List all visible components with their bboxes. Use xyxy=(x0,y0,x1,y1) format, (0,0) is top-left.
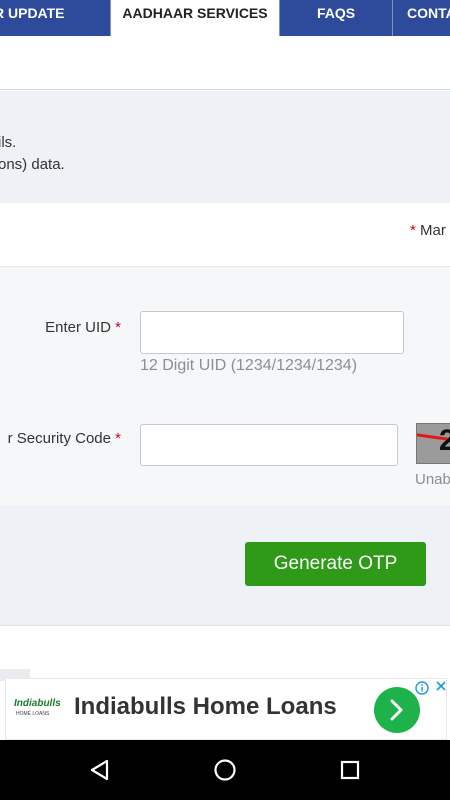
uid-hint: 12 Digit UID (1234/1234/1234) xyxy=(140,357,358,374)
required-star: * xyxy=(115,319,121,336)
mandatory-note-row: * Mar xyxy=(0,203,450,267)
top-navigation: R UPDATE AADHAAR SERVICES FAQS CONTA xyxy=(0,0,450,36)
ad-title[interactable]: Indiabulls Home Loans xyxy=(74,693,337,721)
chevron-right-icon xyxy=(390,699,403,721)
button-row: Generate OTP xyxy=(0,505,450,625)
captcha-image: 2 xyxy=(416,423,450,464)
required-star: * xyxy=(115,430,121,447)
mandatory-note: * Mar xyxy=(410,222,446,239)
security-code-label: r Security Code * xyxy=(7,430,121,447)
tab-faqs[interactable]: FAQS xyxy=(280,0,392,36)
close-icon[interactable] xyxy=(434,679,448,693)
tab-contact[interactable]: CONTA xyxy=(393,0,450,36)
back-icon[interactable] xyxy=(88,758,112,782)
mandatory-label: Mar xyxy=(420,222,446,239)
uid-input[interactable] xyxy=(140,311,404,354)
required-star: * xyxy=(410,222,416,239)
tab-aadhaar-update[interactable]: R UPDATE xyxy=(0,0,100,36)
home-icon[interactable] xyxy=(213,758,237,782)
info-icon[interactable] xyxy=(415,681,429,695)
otp-form: Enter UID * 12 Digit UID (1234/1234/1234… xyxy=(0,267,450,505)
tab-aadhaar-services[interactable]: AADHAAR SERVICES xyxy=(111,0,279,36)
page: R UPDATE AADHAAR SERVICES FAQS CONTA ils… xyxy=(0,0,450,800)
unable-to-read-link[interactable]: Unab xyxy=(415,471,450,488)
indiabulls-logo: Indiabulls HOME LOANS xyxy=(14,698,61,717)
ad-open-button[interactable] xyxy=(374,687,420,733)
header-spacer xyxy=(0,36,450,90)
info-text-line: ons) data. xyxy=(0,156,65,173)
android-navigation-bar xyxy=(0,740,450,800)
security-code-input[interactable] xyxy=(140,424,398,466)
generate-otp-button[interactable]: Generate OTP xyxy=(245,542,426,586)
uid-label: Enter UID * xyxy=(45,319,121,336)
info-text-line: ils. xyxy=(0,134,17,151)
captcha-text: 2 xyxy=(439,424,450,458)
info-panel: ils. ons) data. xyxy=(0,91,450,203)
ad-banner[interactable]: Indiabulls HOME LOANS Indiabulls Home Lo… xyxy=(5,678,447,740)
recent-apps-icon[interactable] xyxy=(338,758,362,782)
